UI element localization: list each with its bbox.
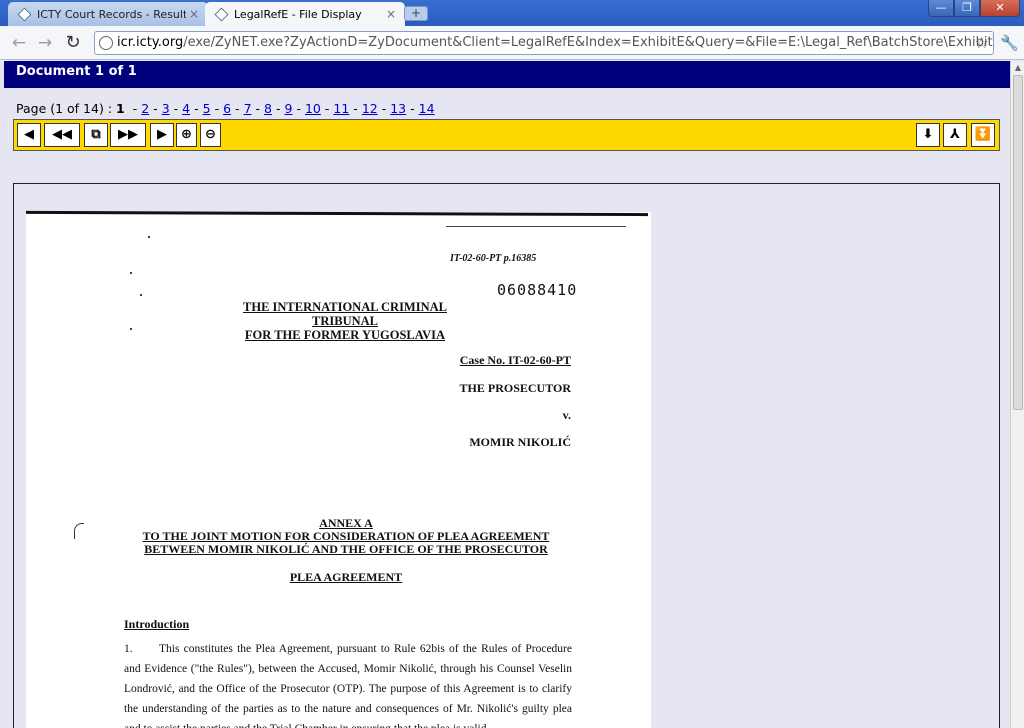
browser-toolbar: ← → ↻ icr.icty.org/exe/ZyNET.exe?ZyActio… xyxy=(0,26,1024,60)
page-separator: - xyxy=(353,101,358,116)
annex-heading: ANNEX A TO THE JOINT MOTION FOR CONSIDER… xyxy=(126,517,566,556)
pdf-button[interactable]: ⅄ xyxy=(943,123,967,147)
page-separator: - xyxy=(132,101,138,116)
window-close-button[interactable]: ✕ xyxy=(980,0,1020,17)
tab-label: LegalRefE - File Display xyxy=(234,7,362,21)
url-path: /exe/ZyNET.exe?ZyActionD=ZyDocument&Clie… xyxy=(183,35,994,50)
page-link-12[interactable]: 12 xyxy=(362,101,378,116)
page-link-7[interactable]: 7 xyxy=(244,101,252,116)
annex-line: BETWEEN MOMIR NIKOLIĆ AND THE OFFICE OF … xyxy=(144,542,548,556)
scan-mark xyxy=(74,523,84,539)
document-frame: IT-02-60-PT p.16385 06088410 THE INTERNA… xyxy=(13,183,1000,728)
document-header: Document 1 of 1 xyxy=(4,61,1010,88)
page-separator: - xyxy=(173,101,179,116)
page-separator: - xyxy=(235,101,240,116)
scan-edge-line xyxy=(446,226,626,227)
forward-button[interactable]: → xyxy=(34,33,56,53)
back-button[interactable]: ← xyxy=(8,33,30,53)
versus-label: v. xyxy=(562,408,571,422)
current-page: 1 xyxy=(116,101,125,116)
page-separator: - xyxy=(275,101,281,116)
minimize-button[interactable]: — xyxy=(928,0,954,17)
title-line: FOR THE FORMER YUGOSLAVIA xyxy=(244,328,446,342)
tab-court-records[interactable]: ICTY Court Records - Results × xyxy=(8,2,208,26)
page-link-11[interactable]: 11 xyxy=(333,101,349,116)
tab-strip: ICTY Court Records - Results × LegalRefE… xyxy=(0,0,1024,26)
zoom-out-button[interactable]: ⊖ xyxy=(200,123,221,147)
page-separator: - xyxy=(194,101,199,116)
zoom-in-button[interactable]: ⊕ xyxy=(176,123,197,147)
paragraph-number: 1. xyxy=(124,643,133,655)
page-separator: - xyxy=(255,101,261,116)
reference-stamp: IT-02-60-PT p.16385 xyxy=(450,253,537,264)
expand-button[interactable]: ⏬ xyxy=(971,123,995,147)
next-page-button[interactable]: ▶▶ xyxy=(110,123,146,147)
wrench-icon[interactable]: 🔧 xyxy=(1000,34,1019,52)
document-number-stamp: 06088410 xyxy=(497,281,578,299)
previous-page-button[interactable]: ◀◀ xyxy=(44,123,80,147)
scroll-thumb[interactable] xyxy=(1013,75,1023,410)
url-domain: icr.icty.org xyxy=(117,35,184,50)
vertical-scrollbar[interactable]: ▲ xyxy=(1010,61,1024,728)
page-link-14[interactable]: 14 xyxy=(419,101,435,116)
first-page-button[interactable]: ◀ xyxy=(17,123,41,147)
scan-speck xyxy=(130,272,132,274)
page-link-2[interactable]: 2 xyxy=(141,101,149,116)
globe-icon xyxy=(99,36,113,50)
page-separator: - xyxy=(410,101,415,116)
page-link-4[interactable]: 4 xyxy=(182,101,190,116)
scan-speck xyxy=(140,294,142,296)
scroll-up-icon[interactable]: ▲ xyxy=(1011,61,1024,75)
page-link-5[interactable]: 5 xyxy=(203,101,211,116)
page-link-3[interactable]: 3 xyxy=(162,101,170,116)
accused-name: MOMIR NIKOLIĆ xyxy=(469,435,571,449)
tab-label: ICTY Court Records - Results xyxy=(37,7,186,21)
page-separator: - xyxy=(381,101,387,116)
tab-close-icon[interactable]: × xyxy=(186,7,202,21)
site-favicon-icon xyxy=(214,7,229,21)
page-link-9[interactable]: 9 xyxy=(285,101,293,116)
title-line: THE INTERNATIONAL CRIMINAL TRIBUNAL xyxy=(243,300,447,328)
page-link-10[interactable]: 10 xyxy=(305,101,321,116)
download-button[interactable]: ⬇ xyxy=(916,123,940,147)
viewer-toolbar: ◀ ◀◀ ⧉ ▶▶ ▶ ⊕ ⊖ ⬇ ⅄ ⏬ xyxy=(13,119,1000,151)
page-separator: - xyxy=(214,101,220,116)
address-bar[interactable]: icr.icty.org/exe/ZyNET.exe?ZyActionD=ZyD… xyxy=(94,31,994,55)
page-link-6[interactable]: 6 xyxy=(223,101,231,116)
scan-edge-line xyxy=(26,210,648,217)
scanned-page: IT-02-60-PT p.16385 06088410 THE INTERNA… xyxy=(26,210,651,728)
tribunal-title: THE INTERNATIONAL CRIMINAL TRIBUNAL FOR … xyxy=(214,300,476,342)
page-link-13[interactable]: 13 xyxy=(390,101,406,116)
page-navigator: Page (1 of 14) : 1 -2-3-4-5-6-7-8-9-10-1… xyxy=(16,101,435,116)
page-label: Page (1 of 14) : xyxy=(16,101,113,116)
prosecutor-label: THE PROSECUTOR xyxy=(459,381,571,395)
fit-page-button[interactable]: ⧉ xyxy=(84,123,108,147)
maximize-button[interactable]: ❐ xyxy=(954,0,980,17)
plea-agreement-heading: PLEA AGREEMENT xyxy=(289,570,403,584)
scan-speck xyxy=(130,328,132,330)
page-link-8[interactable]: 8 xyxy=(264,101,272,116)
bookmark-star-icon[interactable]: ☆ xyxy=(975,32,989,54)
paragraph-text: This constitutes the Plea Agreement, pur… xyxy=(124,643,572,728)
scan-speck xyxy=(148,236,150,238)
paragraph-1: 1. This constitutes the Plea Agreement, p… xyxy=(124,639,572,728)
case-number: Case No. IT-02-60-PT xyxy=(459,353,571,367)
page-content: Document 1 of 1 Page (1 of 14) : 1 -2-3-… xyxy=(0,61,1010,728)
tab-file-display[interactable]: LegalRefE - File Display × xyxy=(205,2,405,26)
page-separator: - xyxy=(296,101,301,116)
page-separator: - xyxy=(324,101,330,116)
reload-button[interactable]: ↻ xyxy=(62,33,84,53)
tab-close-icon[interactable]: × xyxy=(383,7,399,21)
introduction-heading: Introduction xyxy=(124,617,190,631)
new-tab-button[interactable]: + xyxy=(404,6,428,21)
last-page-button[interactable]: ▶ xyxy=(150,123,174,147)
page-separator: - xyxy=(153,101,158,116)
site-favicon-icon xyxy=(17,7,32,21)
